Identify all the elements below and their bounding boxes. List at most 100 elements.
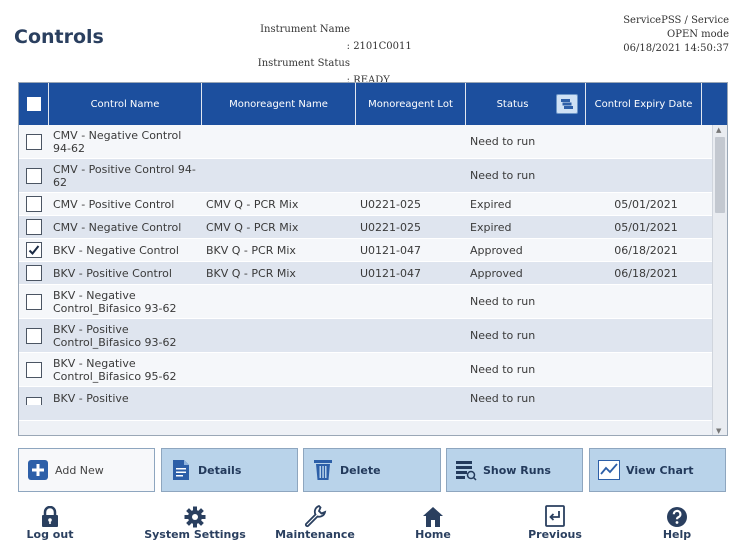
monoreagent-name-cell: CMV Q - PCR Mix <box>206 220 299 234</box>
table-scrollbar[interactable]: ▲ ▼ <box>712 125 727 435</box>
monoreagent-lot-cell: U0221-025 <box>360 220 422 234</box>
row-checkbox[interactable] <box>26 133 42 150</box>
table-row[interactable]: BKV - Negative Control BKV Q - PCR Mix U… <box>19 239 713 262</box>
table-row[interactable]: BKV - Positive Control BKV Q - PCR Mix U… <box>19 262 713 285</box>
header-bar: Controls Instrument Name : 2101C0011 Ins… <box>0 0 729 86</box>
table-row[interactable]: CMV - Positive Control CMV Q - PCR Mix U… <box>19 193 713 216</box>
bottom-navigation: Log out System Settings Maintenance Home… <box>0 500 729 546</box>
column-header-control-expiry-date[interactable]: Control Expiry Date <box>586 83 702 125</box>
column-header-control-name[interactable]: Control Name <box>49 83 202 125</box>
expiry-date-cell <box>586 159 702 192</box>
column-header-spacer <box>702 83 727 125</box>
status-cell: Approved <box>470 266 523 280</box>
control-name-cell: CMV - Negative Control 94-62 <box>53 128 182 155</box>
nav-maintenance[interactable]: Maintenance <box>265 500 365 541</box>
row-checkbox[interactable] <box>26 265 42 281</box>
nav-system-settings-label: System Settings <box>144 528 246 541</box>
monoreagent-lot-cell <box>356 159 466 192</box>
table-row[interactable]: BKV - Positive Control_Bifasico 93-62 Ne… <box>19 319 713 353</box>
control-name-cell: BKV - Negative Control_Bifasico 93-62 <box>53 288 177 315</box>
expiry-date-cell <box>586 285 702 318</box>
status-cell: Approved <box>470 243 523 257</box>
scroll-thumb[interactable] <box>715 137 725 213</box>
monoreagent-name-cell <box>202 319 356 352</box>
mode-label: OPEN mode <box>667 29 729 40</box>
table-row[interactable]: CMV - Positive Control 94-62 Need to run <box>19 159 713 193</box>
nav-home[interactable]: Home <box>408 500 458 541</box>
select-all-checkbox[interactable] <box>26 97 41 111</box>
table-row[interactable]: CMV - Negative Control CMV Q - PCR Mix U… <box>19 216 713 239</box>
nav-system-settings[interactable]: System Settings <box>140 500 250 541</box>
row-check-cell <box>19 353 49 386</box>
details-button[interactable]: Details <box>161 448 298 492</box>
row-checkbox[interactable] <box>26 397 42 405</box>
page-title: Controls <box>14 26 104 48</box>
view-chart-button[interactable]: View Chart <box>589 448 726 492</box>
monoreagent-name-cell <box>202 285 356 318</box>
instrument-name-value: 2101C0011 <box>353 41 412 52</box>
status-cell: Need to run <box>470 295 536 308</box>
delete-button[interactable]: Delete <box>303 448 441 492</box>
checkmark-icon <box>28 245 40 255</box>
monoreagent-name-cell: BKV Q - PCR Mix <box>206 266 296 280</box>
delete-label: Delete <box>340 463 381 477</box>
table-row[interactable]: BKV - Negative Control_Bifasico 93-62 Ne… <box>19 285 713 319</box>
action-bar: Add New Details Delete Show Runs View Ch… <box>18 448 728 492</box>
row-checkbox-checked[interactable] <box>26 242 42 258</box>
scroll-down-arrow-icon[interactable]: ▼ <box>716 427 721 435</box>
details-label: Details <box>198 463 242 477</box>
row-check-cell <box>19 239 49 261</box>
row-checkbox[interactable] <box>26 196 42 212</box>
expiry-date-cell: 05/01/2021 <box>614 197 678 211</box>
row-check-cell <box>19 193 49 215</box>
show-runs-button[interactable]: Show Runs <box>446 448 583 492</box>
row-checkbox[interactable] <box>26 327 42 344</box>
monoreagent-lot-cell: U0221-025 <box>360 197 422 211</box>
control-name-cell: CMV - Negative Control <box>53 220 182 234</box>
row-checkbox[interactable] <box>26 219 42 235</box>
table-row[interactable]: BKV - Positive Need to run <box>19 387 713 421</box>
column-header-monoreagent-name[interactable]: Monoreagent Name <box>202 83 356 125</box>
status-cell: Need to run <box>470 392 536 405</box>
table-row[interactable]: CMV - Negative Control 94-62 Need to run <box>19 125 713 159</box>
scroll-up-arrow-icon[interactable]: ▲ <box>716 126 721 134</box>
row-checkbox[interactable] <box>26 361 42 378</box>
row-check-cell <box>19 159 49 192</box>
column-header-monoreagent-lot[interactable]: Monoreagent Lot <box>356 83 466 125</box>
row-check-cell <box>19 216 49 238</box>
instrument-name-label: Instrument Name : <box>260 24 350 52</box>
user-name: ServicePSS / Service <box>623 15 729 26</box>
table-row[interactable]: BKV - Negative Control_Bifasico 95-62 Ne… <box>19 353 713 387</box>
monoreagent-lot-cell <box>356 353 466 386</box>
status-header-label: Status <box>496 98 529 110</box>
select-all-header <box>19 83 49 125</box>
add-new-button[interactable]: Add New <box>18 448 155 492</box>
expiry-date-cell: 05/01/2021 <box>614 220 678 234</box>
control-name-cell: BKV - Negative Control <box>53 243 179 257</box>
return-icon <box>543 500 567 528</box>
row-check-cell <box>19 125 49 158</box>
status-cell: Need to run <box>470 329 536 342</box>
nav-log-out[interactable]: Log out <box>20 500 80 541</box>
status-cell: Need to run <box>470 135 536 148</box>
row-checkbox[interactable] <box>26 293 42 310</box>
home-icon <box>422 500 444 528</box>
control-name-cell: BKV - Negative Control_Bifasico 95-62 <box>53 356 177 383</box>
nav-help[interactable]: Help <box>652 500 702 541</box>
monoreagent-lot-cell <box>356 319 466 352</box>
expiry-date-cell <box>586 319 702 352</box>
status-filter-button[interactable] <box>556 94 578 114</box>
table-body: CMV - Negative Control 94-62 Need to run… <box>19 125 713 421</box>
row-check-cell <box>19 319 49 352</box>
monoreagent-name-cell: CMV Q - PCR Mix <box>206 197 299 211</box>
row-checkbox[interactable] <box>26 167 42 184</box>
status-cell: Need to run <box>470 363 536 376</box>
control-name-cell: CMV - Positive Control <box>53 197 175 211</box>
show-runs-label: Show Runs <box>483 463 551 477</box>
column-header-status[interactable]: Status <box>466 83 586 125</box>
control-name-cell: BKV - Positive Control_Bifasico 93-62 <box>53 322 177 349</box>
line-chart-icon <box>598 459 620 481</box>
table-header: Control Name Monoreagent Name Monoreagen… <box>19 83 727 125</box>
add-new-label: Add New <box>55 463 104 477</box>
nav-previous[interactable]: Previous <box>520 500 590 541</box>
